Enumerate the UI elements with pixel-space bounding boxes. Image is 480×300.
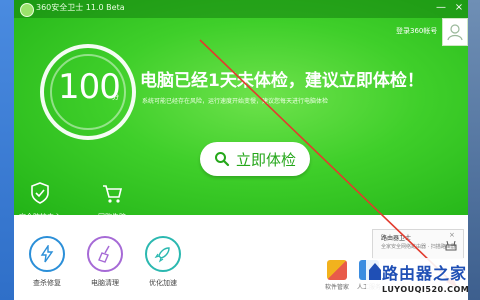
score-gauge[interactable]: 100 分 — [40, 44, 136, 140]
check-now-button[interactable]: 立即体检 — [200, 142, 310, 176]
router-guard-title: 路由器卫士 — [381, 235, 412, 242]
desktop-left-strip — [0, 0, 14, 300]
score-unit: 分 — [112, 93, 119, 101]
virus-scan-circle — [29, 236, 65, 272]
rocket-icon — [154, 247, 170, 263]
app-window: 360安全卫士 11.0 Beta — × 登录360帐号 100 分 电脑已经… — [14, 0, 468, 300]
cart-icon — [103, 185, 123, 203]
avatar[interactable] — [442, 18, 468, 46]
broom-icon — [98, 245, 110, 263]
status-subline: 系统可能已经存在风险，运行速度开始变慢，建议您每天进行电脑体检 — [142, 98, 329, 105]
software-manager-icon — [327, 260, 347, 280]
software-manager-label: 软件管家 — [324, 284, 349, 291]
virus-scan-button[interactable]: 查杀修复 — [24, 236, 70, 288]
watermark-main-text: 路由器之家 — [382, 264, 468, 283]
speedup-label: 优化加速 — [149, 279, 177, 287]
hero-panel: 360安全卫士 11.0 Beta — × 登录360帐号 100 分 电脑已经… — [14, 0, 468, 221]
window-title: 360安全卫士 11.0 Beta — [36, 3, 125, 12]
watermark-url: LUYOUQI520.COM — [382, 285, 470, 294]
headline: 电脑已经1天未体检，建议立即体检！ — [140, 71, 424, 91]
title-bar: 360安全卫士 11.0 Beta — × — [14, 0, 468, 18]
minimize-button[interactable]: — — [434, 1, 448, 15]
house-logo-icon — [369, 263, 381, 280]
speedup-circle — [145, 236, 181, 272]
cleanup-circle — [87, 236, 123, 272]
check-now-label: 立即体检 — [236, 151, 297, 169]
desktop-right-strip — [468, 0, 480, 300]
virus-scan-label: 查杀修复 — [33, 279, 61, 287]
search-icon — [215, 152, 230, 167]
router-icon — [445, 241, 457, 251]
site-watermark: 路由器之家 LUYOUQI520.COM — [366, 258, 470, 300]
router-guard-card[interactable]: 路由器卫士 全家安全网络路由器 · 扫描路由器 × — [372, 229, 464, 259]
software-manager-button[interactable]: 软件管家 — [322, 260, 352, 291]
router-guard-close-icon[interactable]: × — [449, 231, 455, 239]
user-icon — [447, 24, 463, 41]
cleanup-button[interactable]: 电脑清理 — [82, 236, 128, 288]
app-logo-icon — [20, 3, 34, 17]
score-value: 100 — [58, 67, 121, 107]
shield-icon — [31, 182, 49, 204]
close-button[interactable]: × — [452, 1, 466, 15]
login-link[interactable]: 登录360帐号 — [396, 26, 437, 36]
speedup-button[interactable]: 优化加速 — [140, 236, 186, 288]
lightning-icon — [40, 245, 54, 263]
cleanup-label: 电脑清理 — [91, 279, 119, 287]
